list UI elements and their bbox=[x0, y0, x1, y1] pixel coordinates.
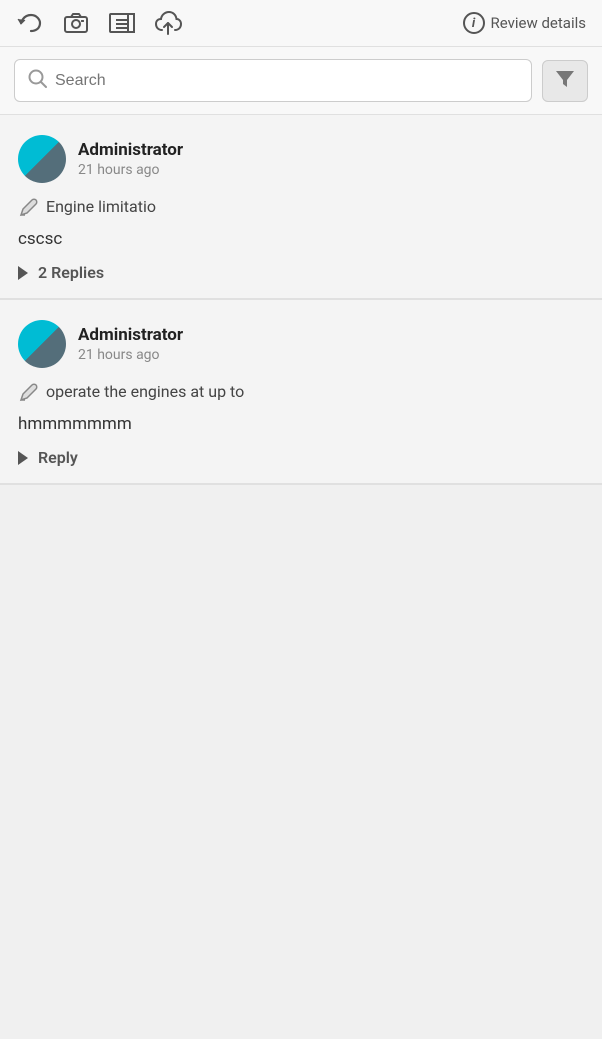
reply-label: Reply bbox=[38, 448, 78, 467]
avatar bbox=[18, 135, 66, 183]
camera-icon[interactable] bbox=[62, 11, 90, 35]
comment-text: hmmmmmmm bbox=[18, 414, 584, 434]
search-bar bbox=[0, 47, 602, 115]
comment-card: Administrator 21 hours ago operate the e… bbox=[0, 300, 602, 485]
annotation-text: Engine limitatio bbox=[46, 197, 156, 216]
replies-toggle[interactable]: 2 Replies bbox=[18, 263, 584, 282]
comment-body: Engine limitatio cscsc bbox=[18, 197, 584, 249]
pencil-icon bbox=[18, 383, 38, 408]
chevron-right-icon bbox=[18, 451, 28, 465]
comment-header: Administrator 21 hours ago bbox=[18, 320, 584, 368]
filter-icon bbox=[554, 67, 576, 94]
undo-icon[interactable] bbox=[16, 11, 44, 35]
time-ago: 21 hours ago bbox=[78, 162, 183, 178]
avatar bbox=[18, 320, 66, 368]
author-name: Administrator bbox=[78, 325, 183, 345]
toolbar: i Review details bbox=[0, 0, 602, 47]
comment-annotation: operate the engines at up to bbox=[18, 382, 584, 408]
import-icon[interactable] bbox=[108, 11, 136, 35]
upload-cloud-icon[interactable] bbox=[154, 10, 182, 36]
author-info: Administrator 21 hours ago bbox=[78, 140, 183, 178]
filter-button[interactable] bbox=[542, 60, 588, 102]
search-input-wrapper[interactable] bbox=[14, 59, 532, 102]
comment-card: Administrator 21 hours ago Engine limita… bbox=[0, 115, 602, 300]
replies-label: 2 Replies bbox=[38, 263, 104, 282]
review-details-label: Review details bbox=[491, 14, 586, 32]
comment-annotation: Engine limitatio bbox=[18, 197, 584, 223]
author-info: Administrator 21 hours ago bbox=[78, 325, 183, 363]
comment-header: Administrator 21 hours ago bbox=[18, 135, 584, 183]
info-icon: i bbox=[463, 12, 485, 34]
comment-text: cscsc bbox=[18, 229, 584, 249]
annotation-text: operate the engines at up to bbox=[46, 382, 244, 401]
time-ago: 21 hours ago bbox=[78, 347, 183, 363]
search-input[interactable] bbox=[55, 72, 519, 90]
review-details-button[interactable]: i Review details bbox=[463, 12, 586, 34]
author-name: Administrator bbox=[78, 140, 183, 160]
bottom-area bbox=[0, 485, 602, 705]
search-icon bbox=[27, 68, 47, 93]
pencil-icon bbox=[18, 198, 38, 223]
chevron-right-icon bbox=[18, 266, 28, 280]
reply-toggle[interactable]: Reply bbox=[18, 448, 584, 467]
comment-body: operate the engines at up to hmmmmmmm bbox=[18, 382, 584, 434]
